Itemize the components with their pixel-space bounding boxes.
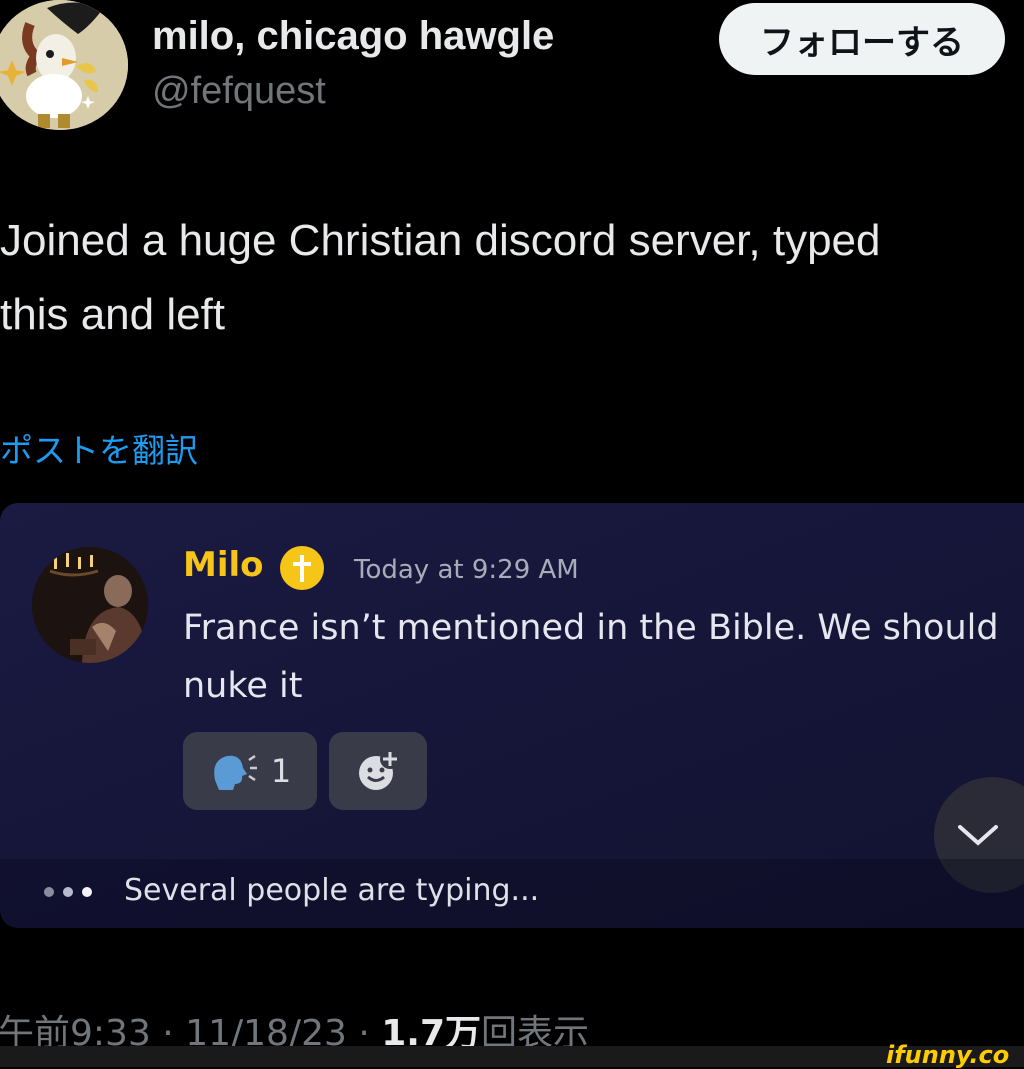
typing-dots-icon [44,887,92,897]
add-reaction-button[interactable] [329,732,427,810]
add-reaction-icon [359,749,400,790]
cross-badge-icon [280,546,324,590]
typing-indicator-text: Several people are typing... [124,873,540,908]
reaction-speaking-head[interactable]: 1 [183,732,317,810]
speaking-head-icon [214,754,257,790]
discord-user-avatar [32,547,148,663]
discord-username[interactable]: Milo [183,545,264,585]
author-handle[interactable]: @fefquest [152,70,326,113]
translate-post-link[interactable]: ポストを翻訳 [0,424,198,472]
discord-message-line: nuke it [183,666,303,706]
discord-timestamp: Today at 9:29 AM [354,555,579,585]
tweet-text: Joined a huge Christian discord server, … [0,204,1024,352]
author-avatar[interactable] [0,0,128,130]
tweet-text-line: this and left [0,290,226,339]
ifunny-watermark: ifunny.co [886,1041,1010,1069]
watermark-bar [0,1046,1024,1067]
candlelit-figure-icon [32,547,148,663]
discord-screenshot: Milo Today at 9:29 AM France isn’t menti… [0,503,1024,928]
discord-message: France isn’t mentioned in the Bible. We … [183,599,1024,715]
tweet-text-line: Joined a huge Christian discord server, … [0,216,881,265]
cartoon-bird-icon [0,0,128,130]
discord-message-line: France isn’t mentioned in the Bible. We … [183,608,999,648]
reaction-count: 1 [270,752,292,790]
author-display-name[interactable]: milo, chicago hawgle [152,14,554,59]
follow-button[interactable]: フォローする [719,3,1005,75]
chevron-down-icon [958,825,998,846]
